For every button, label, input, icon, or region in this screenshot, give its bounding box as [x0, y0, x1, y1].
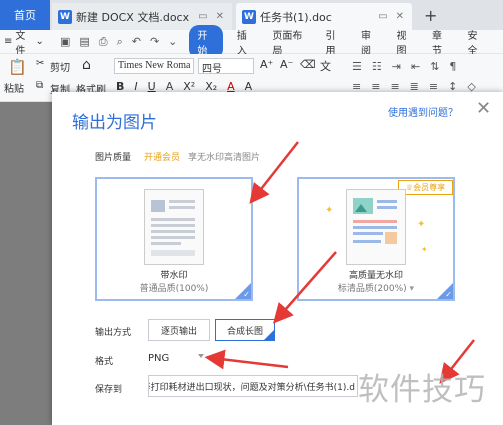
home-tab[interactable]: 首页 [0, 0, 50, 30]
watermark-page-preview [144, 189, 204, 265]
menu-item-insert[interactable]: 插入 [237, 27, 255, 57]
quality-option-watermark[interactable]: 带水印 普通品质(100%) ✓ [95, 177, 253, 301]
selected-corner [264, 330, 274, 340]
sort-icon[interactable]: ⇅ [430, 60, 439, 73]
card-name: 带水印 [160, 271, 188, 281]
help-link[interactable]: 使用遇到问题？ [388, 104, 458, 119]
save-icon[interactable]: ▣ [60, 35, 70, 49]
menu-item-review[interactable]: 审阅 [361, 27, 379, 57]
bullet-list-icon[interactable]: ☰ [352, 60, 362, 73]
card-name: 高质量无水印 [348, 271, 403, 281]
close-tab-icon[interactable]: ✕ [396, 11, 404, 22]
indent-icon[interactable]: ⇥ [392, 60, 401, 73]
hamburger-icon: ≡ [4, 36, 13, 47]
grow-font-icon[interactable]: A⁺ [260, 58, 273, 71]
sparkle-icon: ✦ [421, 245, 428, 254]
print-preview-icon[interactable]: ⌕ [117, 35, 123, 49]
redo-icon[interactable]: ↷ [150, 35, 159, 49]
dialog-title: 输出为图片 [72, 113, 157, 133]
quality-option-hd[interactable]: ♕ 会员尊享 ✦ ✦ ✦ 高质量无水印 标清品质(200%) ▾ ✓ [297, 177, 455, 301]
check-icon: ✓ [445, 290, 452, 299]
card-desc: 标清品质(200%) ▾ [337, 284, 415, 294]
menu-item-section[interactable]: 章节 [432, 27, 450, 57]
sparkle-icon: ✦ [325, 205, 334, 216]
scissors-icon[interactable]: ✂ [36, 58, 44, 69]
merge-long-image-label: 合成长图 [226, 326, 263, 337]
cut-button[interactable]: 剪切 [50, 59, 70, 74]
copy-icon[interactable]: ⧉ [36, 80, 43, 91]
chevron-down-icon[interactable] [198, 354, 204, 358]
numbered-list-icon[interactable]: ☷ [372, 60, 382, 73]
monitor-icon[interactable]: ▭ [378, 11, 387, 22]
close-icon[interactable]: ✕ [476, 98, 491, 119]
export-pdf-icon[interactable]: ▤ [79, 35, 89, 49]
menu-bar: ≡ 文件 ⌄ ▣ ▤ ⎙ ⌕ ↶ ↷ ⌄ 开始 插入 页面布局 引用 审阅 视图… [0, 24, 503, 59]
add-tab-button[interactable]: + [424, 6, 437, 25]
clear-format-icon[interactable]: ⌫ [300, 58, 316, 71]
menu-item-references[interactable]: 引用 [325, 27, 343, 57]
sparkle-icon: ✦ [417, 219, 426, 230]
file-menu-label: 文件 [15, 30, 26, 57]
menu-item-security[interactable]: 安全 [468, 27, 486, 57]
monitor-icon[interactable]: ▭ [198, 11, 207, 22]
vip-badge: ♕ 会员尊享 [398, 180, 453, 195]
check-icon: ✓ [243, 290, 250, 299]
crown-icon: ♕ [405, 183, 414, 192]
chevron-down-icon: ⌄ [35, 36, 44, 47]
close-tab-icon[interactable]: ✕ [216, 11, 224, 22]
print-icon[interactable]: ⎙ [99, 35, 108, 49]
tab-doc-task-label: 任务书(1).doc [260, 10, 332, 24]
format-label: 格式 [95, 357, 114, 367]
merge-long-image-button[interactable]: 合成长图 [215, 319, 275, 341]
vip-badge-label: 会员尊享 [413, 183, 446, 192]
output-mode-label: 输出方式 [95, 328, 132, 338]
vip-link[interactable]: 开通会员 [144, 150, 180, 163]
format-select[interactable]: PNG [148, 348, 210, 368]
per-page-output-button[interactable]: 逐页输出 [148, 319, 210, 341]
phonetic-icon[interactable]: 文 [320, 58, 331, 74]
show-marks-icon[interactable]: ¶ [449, 60, 456, 73]
site-watermark: 软件技巧 [358, 372, 486, 408]
menu-item-page-layout[interactable]: 页面布局 [272, 27, 307, 57]
paste-icon[interactable]: 📋 [8, 58, 27, 76]
font-size-select[interactable]: 四号 [198, 58, 254, 75]
format-painter-icon[interactable]: ⌂ [82, 57, 91, 73]
chevron-down-icon[interactable]: ⌄ [168, 35, 177, 49]
chevron-down-icon: ▾ [409, 284, 415, 294]
paragraph-tools: ☰ ☷ ⇥ ⇤ ⇅ ¶ [352, 60, 456, 73]
font-name-select[interactable]: Times New Roma [114, 58, 194, 74]
file-menu[interactable]: ≡ 文件 ⌄ [4, 27, 44, 57]
save-path-input[interactable]: 题等打印耗材进出口现状，问题及对策分析\任务书(1).d [148, 375, 358, 397]
vip-description: 享无水印高清图片 [188, 153, 261, 163]
save-to-label: 保存到 [95, 385, 123, 395]
word-doc-icon: W [242, 9, 256, 24]
card-desc: 普通品质(100%) [139, 284, 209, 294]
quick-access-toolbar: ▣ ▤ ⎙ ⌕ ↶ ↷ ⌄ [60, 35, 177, 49]
undo-icon[interactable]: ↶ [132, 35, 141, 49]
paste-button[interactable]: 粘贴 [4, 80, 24, 95]
tab-doc-new-label: 新建 DOCX 文档.docx [76, 10, 190, 24]
outdent-icon[interactable]: ⇤ [411, 60, 420, 73]
quality-label: 图片质量 [95, 153, 132, 163]
hd-page-preview [346, 189, 406, 265]
menu-item-view[interactable]: 视图 [396, 27, 414, 57]
shrink-font-icon[interactable]: A⁻ [280, 58, 293, 71]
word-doc-icon: W [58, 9, 72, 24]
